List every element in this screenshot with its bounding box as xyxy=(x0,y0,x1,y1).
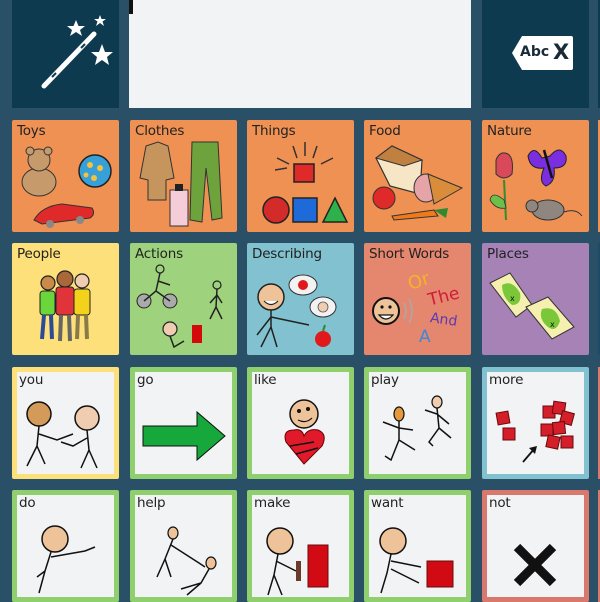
word-like[interactable]: like xyxy=(247,367,354,479)
text-cursor xyxy=(129,0,133,14)
food-icon xyxy=(372,145,464,221)
treasure-map-icon: x x xyxy=(489,272,575,340)
clothes-icon xyxy=(139,141,223,227)
message-bar[interactable] xyxy=(129,0,471,108)
cell-label: Toys xyxy=(17,123,46,139)
clear-text-button[interactable]: Abc X xyxy=(482,0,589,108)
folder-short-words[interactable]: Short Words Or The And A xyxy=(364,243,471,355)
nature-icon xyxy=(489,149,583,221)
cell-label: Actions xyxy=(135,246,183,262)
word-more[interactable]: more xyxy=(482,367,589,479)
svg-text:x: x xyxy=(550,320,555,329)
word-make[interactable]: make xyxy=(247,490,354,602)
magic-wand-button[interactable] xyxy=(12,0,119,108)
folder-people[interactable]: People xyxy=(12,243,119,355)
describing-icon xyxy=(256,274,337,348)
shapes-icon xyxy=(262,142,349,224)
folder-nature[interactable]: Nature xyxy=(482,120,589,232)
folder-things[interactable]: Things xyxy=(247,120,354,232)
folder-toys[interactable]: Toys xyxy=(12,120,119,232)
clear-abc-text: Abc xyxy=(520,44,550,60)
magic-wand-icon xyxy=(41,15,113,89)
cell-label: Nature xyxy=(487,123,532,139)
you-pointing-icon xyxy=(26,401,100,469)
cell-label: Short Words xyxy=(369,246,450,262)
like-heart-hug-icon xyxy=(284,399,325,465)
play-running-icon xyxy=(382,395,452,462)
people-group-icon xyxy=(39,270,91,342)
cell-label: Places xyxy=(487,246,529,262)
cell-label: Clothes xyxy=(135,123,185,139)
word-play[interactable]: play xyxy=(364,367,471,479)
folder-actions[interactable]: Actions xyxy=(130,243,237,355)
teddy-bear-ball-car-icon xyxy=(21,146,112,228)
word-do[interactable]: do xyxy=(12,490,119,602)
word-want[interactable]: want xyxy=(364,490,471,602)
cell-label: Things xyxy=(252,123,296,139)
word-help[interactable]: help xyxy=(130,490,237,602)
green-arrow-right-icon xyxy=(142,410,226,462)
word-not[interactable]: not xyxy=(482,490,589,602)
folder-describing[interactable]: Describing xyxy=(247,243,354,355)
not-x-icon xyxy=(513,543,557,587)
cell-label: Food xyxy=(369,123,401,139)
more-blocks-icon xyxy=(495,400,575,463)
folder-places[interactable]: Places x x xyxy=(482,243,589,355)
word-you[interactable]: you xyxy=(12,367,119,479)
folder-food[interactable]: Food xyxy=(364,120,471,232)
folder-clothes[interactable]: Clothes xyxy=(130,120,237,232)
svg-text:x: x xyxy=(510,294,515,303)
cell-label: People xyxy=(17,246,61,262)
cell-label: Describing xyxy=(252,246,322,262)
help-icon xyxy=(156,526,217,596)
make-hammer-icon xyxy=(266,527,329,596)
word-go[interactable]: go xyxy=(130,367,237,479)
short-word-a: A xyxy=(419,327,431,347)
clear-x-text: X xyxy=(553,40,570,64)
do-reaching-icon xyxy=(36,525,96,594)
want-reaching-icon xyxy=(379,527,454,594)
actions-icon xyxy=(136,264,223,349)
